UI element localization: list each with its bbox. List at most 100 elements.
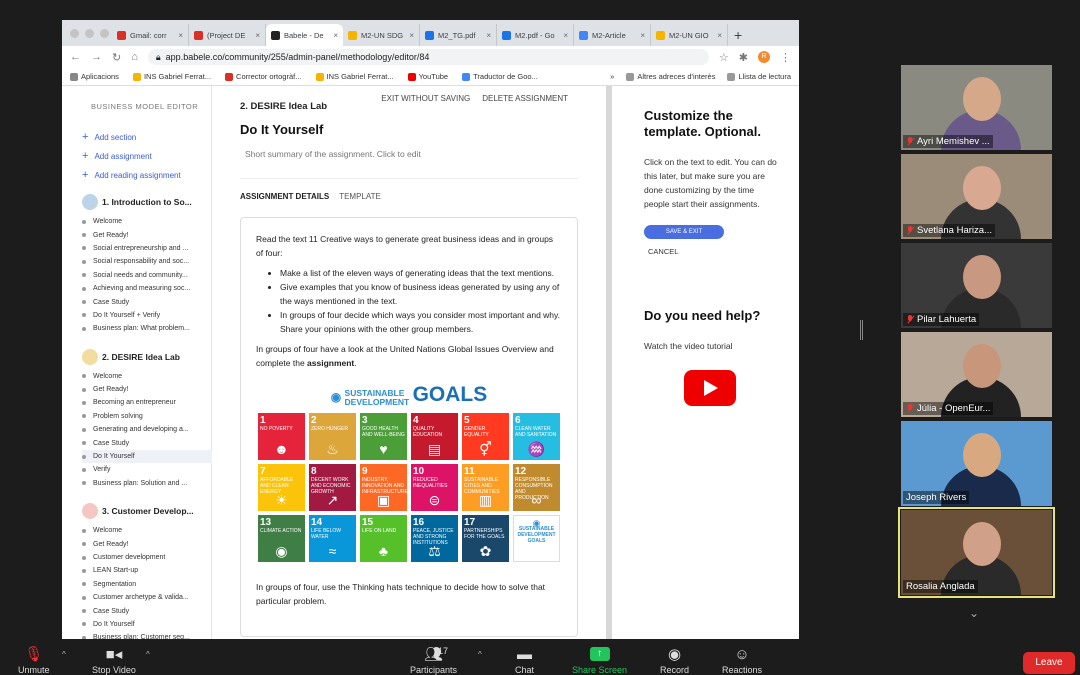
forward-icon[interactable]: →: [91, 51, 102, 63]
sidebar-item[interactable]: Business plan: Solution and ...: [82, 477, 212, 490]
reload-icon[interactable]: ↻: [112, 51, 121, 64]
sidebar-item[interactable]: Welcome: [82, 524, 212, 537]
participant-video[interactable]: Svetlana Hariza...: [901, 154, 1052, 239]
sidebar-item[interactable]: Problem solving: [82, 410, 212, 423]
sidebar-add-action[interactable]: + Add reading assignment: [82, 169, 211, 181]
delete-assignment-button[interactable]: DELETE ASSIGNMENT: [482, 94, 568, 103]
sidebar-item[interactable]: Case Study: [82, 295, 212, 308]
chevron-down-icon[interactable]: ⌄: [969, 606, 979, 620]
youtube-play-icon[interactable]: [684, 370, 736, 406]
sidebar-item[interactable]: Business plan: What problem...: [82, 322, 212, 335]
sidebar-add-action[interactable]: + Add section: [82, 131, 211, 143]
section-title[interactable]: 2. DESIRE Idea Lab: [82, 348, 211, 365]
browser-tab[interactable]: M2.pdf - Go ×: [497, 24, 574, 46]
reactions-button[interactable]: ☺ Reactions: [722, 647, 762, 675]
star-icon[interactable]: ☆: [719, 51, 729, 64]
sidebar-item[interactable]: Customer archetype & valida...: [82, 591, 212, 604]
sdg-tile: 5 GENDER EQUALITY ⚥: [462, 412, 509, 460]
participant-video[interactable]: Pilar Lahuerta: [901, 243, 1052, 328]
bookmark-item[interactable]: YouTube: [407, 72, 448, 81]
sidebar-item[interactable]: Generating and developing a...: [82, 423, 212, 436]
sidebar-item[interactable]: Do It Yourself + Verify: [82, 309, 212, 322]
chat-button[interactable]: ▬ Chat: [515, 647, 534, 675]
close-tab-icon[interactable]: ×: [563, 31, 568, 40]
assignment-body[interactable]: Read the text 11 Creative ways to genera…: [240, 217, 578, 637]
close-tab-icon[interactable]: ×: [255, 31, 260, 40]
bookmark-item[interactable]: INS Gabriel Ferrat...: [132, 72, 211, 81]
sidebar-item[interactable]: Verify: [82, 463, 212, 476]
sidebar-item[interactable]: Case Study: [82, 604, 212, 617]
participant-video[interactable]: Joseph Rivers: [901, 421, 1052, 506]
bookmark-item[interactable]: Corrector ortogràf...: [225, 72, 302, 81]
share-screen-button[interactable]: ↑ Share Screen: [572, 647, 627, 675]
close-tab-icon[interactable]: ×: [640, 31, 645, 40]
tab-assignment-details[interactable]: ASSIGNMENT DETAILS: [240, 192, 329, 201]
exit-without-saving-button[interactable]: EXIT WITHOUT SAVING: [381, 94, 470, 103]
browser-tab[interactable]: M2_TG.pdf ×: [420, 24, 497, 46]
window-controls[interactable]: [70, 29, 109, 38]
sidebar-item[interactable]: Social needs and community...: [82, 269, 212, 282]
bookmark-item[interactable]: INS Gabriel Ferrat...: [315, 72, 394, 81]
browser-tab[interactable]: Gmail: corr ×: [112, 24, 189, 46]
participants-options-caret[interactable]: ^: [478, 650, 482, 659]
sidebar-item[interactable]: Business plan: Customer seg...: [82, 631, 212, 639]
close-tab-icon[interactable]: ×: [717, 31, 722, 40]
audio-options-caret[interactable]: ^: [62, 650, 66, 659]
section-title[interactable]: 1. Introduction to So...: [82, 194, 211, 210]
sidebar-item[interactable]: Do It Yourself: [82, 449, 212, 464]
tab-template[interactable]: TEMPLATE: [339, 192, 381, 201]
sidebar-item[interactable]: Do It Yourself: [82, 618, 212, 631]
video-options-caret[interactable]: ^: [146, 650, 150, 659]
close-tab-icon[interactable]: ×: [178, 31, 183, 40]
home-icon[interactable]: ⌂: [131, 51, 138, 63]
cancel-button[interactable]: CANCEL: [648, 247, 779, 256]
sidebar-item[interactable]: Customer development: [82, 551, 212, 564]
sidebar-item[interactable]: Get Ready!: [82, 383, 212, 396]
leave-button[interactable]: Leave: [1023, 652, 1075, 674]
sidebar-item[interactable]: Social responsability and soc...: [82, 255, 212, 268]
bookmark-item[interactable]: Traductor de Goo...: [462, 72, 538, 81]
sidebar-item[interactable]: LEAN Start-up: [82, 564, 212, 577]
sidebar-item[interactable]: Becoming an entrepreneur: [82, 396, 212, 409]
browser-tab[interactable]: M2-UN GIO ×: [651, 24, 728, 46]
sidebar-item[interactable]: Get Ready!: [82, 228, 212, 241]
participant-video[interactable]: Júlia - OpenEur...: [901, 332, 1052, 417]
close-tab-icon[interactable]: ×: [409, 31, 414, 40]
sidebar-item[interactable]: Welcome: [82, 370, 212, 383]
close-tab-icon[interactable]: ×: [486, 31, 491, 40]
record-button[interactable]: ◉ Record: [660, 647, 689, 675]
sdg-tile: 14 LIFE BELOW WATER ≈: [309, 514, 356, 562]
back-icon[interactable]: ←: [70, 51, 81, 63]
section-title[interactable]: 3. Customer Develop...: [82, 503, 211, 520]
browser-tab[interactable]: M2-Article ×: [574, 24, 651, 46]
extensions-icon[interactable]: ✱: [739, 51, 748, 64]
save-exit-button[interactable]: SAVE & EXIT: [644, 225, 724, 239]
unmute-button[interactable]: 🎙︎ Unmute: [18, 647, 50, 675]
summary-field[interactable]: Short summary of the assignment. Click t…: [245, 149, 606, 159]
reading-list[interactable]: Llista de lectura: [727, 72, 791, 81]
participant-video[interactable]: Rosalia Anglada: [898, 507, 1055, 598]
close-tab-icon[interactable]: ×: [333, 31, 338, 40]
new-tab-button[interactable]: +: [728, 24, 748, 46]
bookmark-item[interactable]: Aplicacions: [70, 72, 119, 81]
sidebar-item[interactable]: Social entrepreneurship and ...: [82, 242, 212, 255]
browser-tab[interactable]: (Project DE ×: [189, 24, 266, 46]
sidebar-item[interactable]: Get Ready!: [82, 537, 212, 550]
assignment-title[interactable]: Do It Yourself: [240, 122, 606, 137]
menu-icon[interactable]: ⋮: [780, 51, 791, 64]
stop-video-button[interactable]: ■◂ Stop Video: [92, 647, 136, 675]
resize-handle[interactable]: [860, 320, 863, 340]
sidebar-item[interactable]: Welcome: [82, 215, 212, 228]
browser-tab[interactable]: Babele - De ×: [266, 24, 343, 46]
participant-video[interactable]: Ayri Memishev ...: [901, 65, 1052, 150]
profile-avatar[interactable]: R: [758, 51, 770, 63]
participants-button[interactable]: 👥︎ 17 Participants: [410, 646, 457, 675]
bookmarks-overflow-icon[interactable]: »: [610, 72, 614, 81]
browser-tab[interactable]: M2-UN SDG ×: [343, 24, 420, 46]
sidebar-item[interactable]: Case Study: [82, 436, 212, 449]
other-bookmarks[interactable]: Altres adreces d'interès: [626, 72, 715, 81]
sidebar-item[interactable]: Achieving and measuring soc...: [82, 282, 212, 295]
sidebar-item[interactable]: Segmentation: [82, 578, 212, 591]
url-field[interactable]: 🔒︎ app.babele.co/community/255/admin-pan…: [147, 49, 709, 65]
sidebar-add-action[interactable]: + Add assignment: [82, 150, 211, 162]
